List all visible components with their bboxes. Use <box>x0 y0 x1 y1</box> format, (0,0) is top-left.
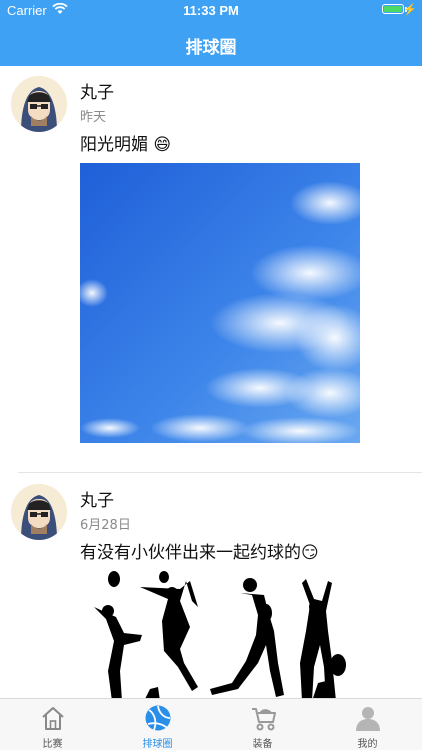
tab-volleyball-circle[interactable]: 排球圈 <box>105 699 210 750</box>
battery-icon <box>382 4 404 14</box>
charging-icon: ⚡ <box>403 4 417 16</box>
tab-volleyball-circle-label: 排球圈 <box>142 739 173 750</box>
post-author[interactable]: 丸子 <box>80 78 114 103</box>
volleyball-silhouettes-icon <box>94 571 346 699</box>
post-image-sky[interactable] <box>80 163 360 443</box>
post-time: 6月28日 <box>80 518 131 533</box>
tab-mine-label: 我的 <box>357 739 378 750</box>
tab-equipment[interactable]: 装备 <box>210 699 315 750</box>
status-bar: Carrier 11:33 PM ⚡ <box>0 0 422 22</box>
post-item: 丸子 昨天 阳光明媚 😄 <box>0 66 422 473</box>
stroller-icon <box>252 708 276 731</box>
sky-photo-icon <box>80 163 360 443</box>
tab-bar: 比赛 排球圈 装备 我的 <box>0 698 422 750</box>
post-text: 有没有小伙伴出来一起约球的😏 <box>80 543 319 563</box>
post-time: 昨天 <box>80 110 107 125</box>
user-avatar-icon <box>11 484 67 540</box>
post-text: 阳光明媚 😄 <box>80 135 172 155</box>
tab-equipment-label: 装备 <box>252 739 273 750</box>
page-title: 排球圈 <box>185 38 237 58</box>
user-avatar-icon <box>11 76 67 132</box>
post-author[interactable]: 丸子 <box>80 486 114 511</box>
tab-mine[interactable]: 我的 <box>315 699 420 750</box>
volleyball-icon <box>145 705 171 731</box>
navigation-bar: Carrier 11:33 PM ⚡ 排球圈 <box>0 0 422 66</box>
avatar[interactable] <box>11 76 67 132</box>
avatar[interactable] <box>11 484 67 540</box>
person-icon <box>356 707 380 731</box>
post-item: 丸子 6月28日 有没有小伙伴出来一起约球的😏 <box>0 473 422 699</box>
tab-match[interactable]: 比赛 <box>0 699 105 750</box>
tab-match-label: 比赛 <box>42 739 63 750</box>
post-image-volleyball[interactable] <box>80 571 360 699</box>
status-time: 11:33 PM <box>183 3 239 18</box>
home-icon <box>42 707 64 730</box>
feed-list[interactable]: 丸子 昨天 阳光明媚 😄 丸子 6月28日 有没有小伙伴出来一起约球的😏 <box>0 66 422 699</box>
